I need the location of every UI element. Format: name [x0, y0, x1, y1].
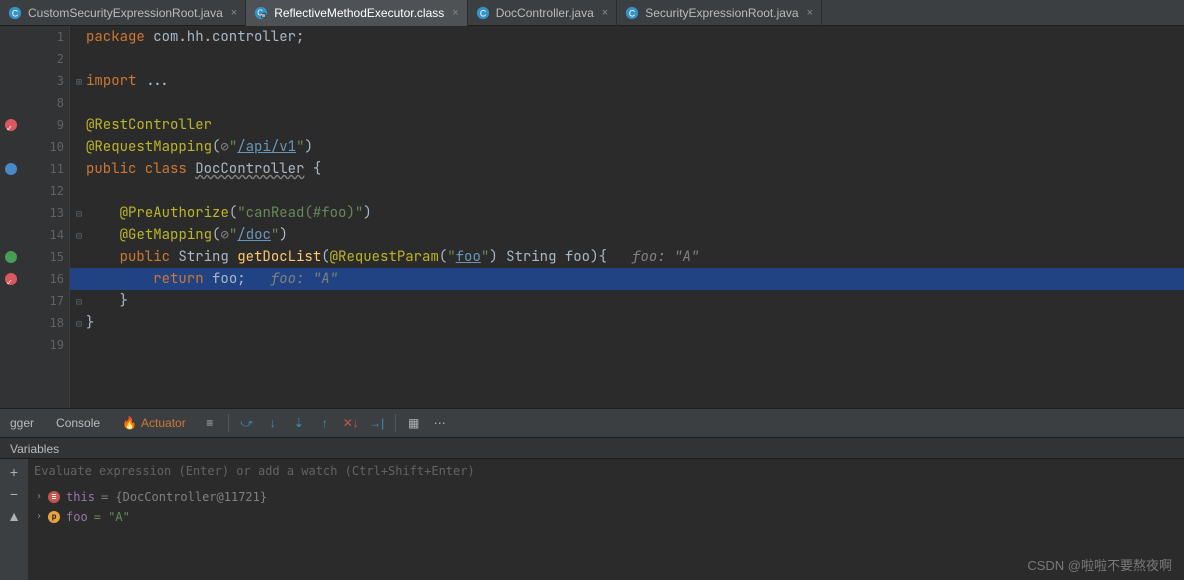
breakpoint-hit-icon[interactable]	[5, 273, 17, 285]
fold-icon[interactable]: ⊟	[76, 317, 82, 330]
breakpoint-icon[interactable]	[5, 119, 17, 131]
fold-icon[interactable]: ⊟	[76, 295, 82, 308]
code-line-13[interactable]: ⊟ @PreAuthorize("canRead(#foo)")	[70, 202, 1184, 224]
fold-icon[interactable]: ⊞	[76, 75, 82, 88]
code-line-14[interactable]: ⊟ @GetMapping(⊘"/doc")	[70, 224, 1184, 246]
line-number: 13	[22, 202, 64, 224]
remove-watch-button[interactable]: −	[5, 485, 23, 503]
nav-icon[interactable]	[5, 163, 17, 175]
tab-DocController.java[interactable]: CDocController.java×	[468, 0, 617, 26]
line-number: 17	[22, 290, 64, 312]
code-line-16[interactable]: return foo; foo: "A"	[70, 268, 1184, 290]
code-line-10[interactable]: @RequestMapping(⊘"/api/v1")	[70, 136, 1184, 158]
tab-CustomSecurityExpressionRoot.java[interactable]: CCustomSecurityExpressionRoot.java×	[0, 0, 246, 26]
line-number: 1	[22, 26, 64, 48]
code-line-2[interactable]	[70, 48, 1184, 70]
fold-icon[interactable]: ⊟	[76, 207, 82, 220]
code-line-3[interactable]: ⊞import ...	[70, 70, 1184, 92]
code-line-17[interactable]: ⊟ }	[70, 290, 1184, 312]
code-line-18[interactable]: ⊟}	[70, 312, 1184, 334]
step-into-icon[interactable]: ↓	[265, 415, 281, 431]
code-line-12[interactable]	[70, 180, 1184, 202]
tab-console[interactable]: Console	[50, 416, 106, 430]
evaluate-icon[interactable]: ▦	[406, 415, 422, 431]
tab-SecurityExpressionRoot.java[interactable]: CSecurityExpressionRoot.java×	[617, 0, 822, 26]
line-number: 18	[22, 312, 64, 334]
code-line-15[interactable]: public String getDocList(@RequestParam("…	[70, 246, 1184, 268]
drop-frame-icon[interactable]: ✕↓	[343, 415, 359, 431]
run-to-cursor-icon[interactable]: →|	[369, 415, 385, 431]
close-icon[interactable]: ×	[452, 7, 458, 19]
fold-icon[interactable]: ⊟	[76, 229, 82, 242]
code-line-19[interactable]	[70, 334, 1184, 356]
line-number: 16	[22, 268, 64, 290]
line-number: 19	[22, 334, 64, 356]
line-number: 3	[22, 70, 64, 92]
step-over-icon[interactable]: ⤻	[239, 415, 255, 431]
line-number: 9	[22, 114, 64, 136]
line-number: 14	[22, 224, 64, 246]
trace-icon[interactable]: ⋯	[432, 415, 448, 431]
line-number: 8	[22, 92, 64, 114]
close-icon[interactable]: ×	[231, 7, 237, 19]
step-out-icon[interactable]: ↑	[317, 415, 333, 431]
svg-text:C: C	[257, 9, 263, 18]
nav-icon[interactable]	[5, 251, 17, 263]
line-number: 15	[22, 246, 64, 268]
variable-row[interactable]: ›≡this = {DocController@11721}	[36, 487, 1176, 507]
close-icon[interactable]: ×	[807, 7, 813, 19]
variables-header: Variables	[0, 437, 1184, 459]
code-line-8[interactable]	[70, 92, 1184, 114]
svg-text:C: C	[12, 9, 18, 19]
threads-icon[interactable]: ≡	[202, 415, 218, 431]
force-step-icon[interactable]: ⇣	[291, 415, 307, 431]
code-line-9[interactable]: @RestController	[70, 114, 1184, 136]
svg-text:C: C	[629, 9, 635, 19]
svg-text:C: C	[480, 9, 486, 19]
line-number: 2	[22, 48, 64, 70]
add-watch-button[interactable]: +	[5, 463, 23, 481]
tab-actuator[interactable]: 🔥 Actuator	[116, 416, 192, 430]
close-icon[interactable]: ×	[602, 7, 608, 19]
eval-input[interactable]: Evaluate expression (Enter) or add a wat…	[28, 459, 1184, 483]
line-number: 12	[22, 180, 64, 202]
line-number: 10	[22, 136, 64, 158]
tab-ReflectiveMethodExecutor.class[interactable]: CReflectiveMethodExecutor.class×	[246, 0, 468, 26]
line-number: 11	[22, 158, 64, 180]
variable-row[interactable]: ›pfoo = "A"	[36, 507, 1176, 527]
tab-debugger[interactable]: gger	[4, 416, 40, 430]
code-line-1[interactable]: package com.hh.controller;	[70, 26, 1184, 48]
code-line-11[interactable]: public class DocController {	[70, 158, 1184, 180]
up-button[interactable]: ▲	[5, 507, 23, 525]
